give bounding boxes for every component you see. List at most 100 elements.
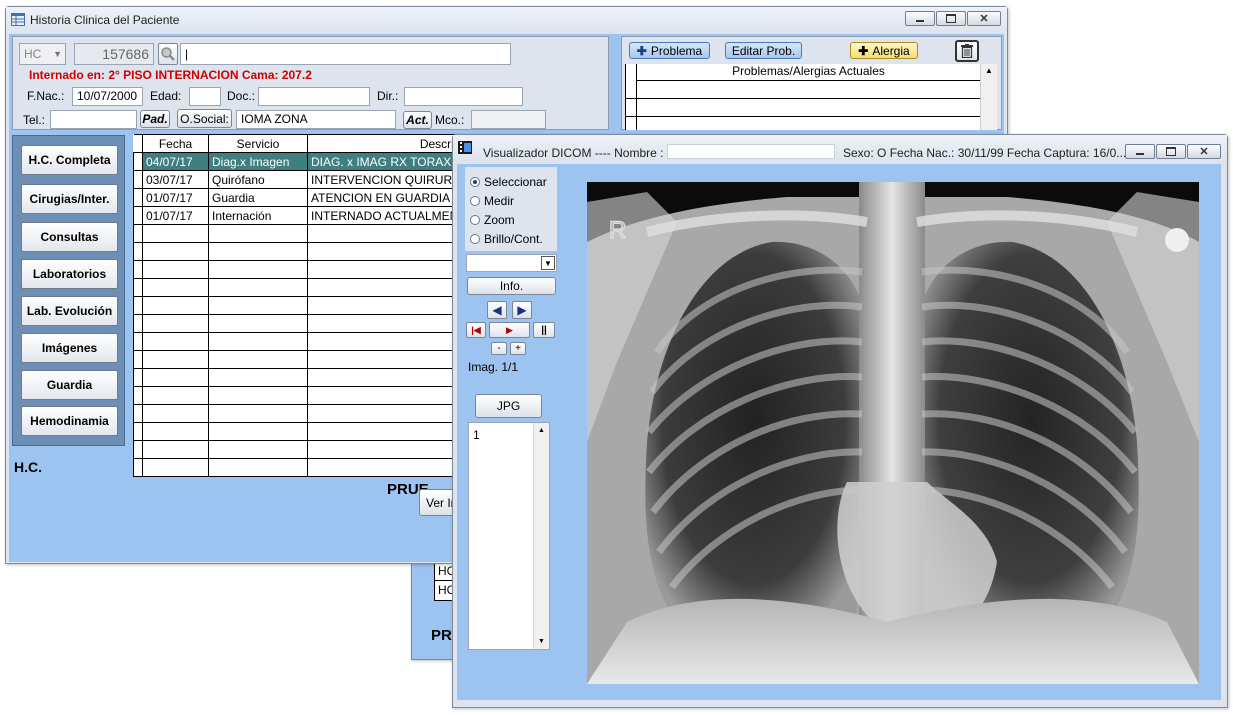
row-descripcion: INTERVENCION QUIRURG	[307, 170, 464, 189]
doc-field[interactable]	[258, 87, 370, 106]
table-row[interactable]	[133, 422, 464, 441]
act-button[interactable]: Act.	[403, 111, 432, 129]
dir-field[interactable]	[404, 87, 523, 106]
table-row[interactable]: 04/07/17 Diag.x Imagen DIAG. x IMAG RX T…	[133, 152, 464, 171]
tool-brillo-contraste[interactable]: Brillo/Cont.	[470, 232, 543, 246]
problems-scrollbar[interactable]: ▲	[980, 64, 997, 130]
row-indicator	[133, 170, 143, 189]
next-image-button[interactable]: ▶	[512, 301, 532, 319]
nav-laboratorios-button[interactable]: Laboratorios	[21, 259, 118, 289]
problems-row[interactable]	[626, 116, 981, 117]
list-item[interactable]: 1	[473, 428, 480, 442]
dicom-title-suffix: Sexo: O Fecha Nac.: 30/11/99 Fecha Captu…	[843, 146, 1127, 160]
doc-label: Doc.:	[227, 89, 256, 103]
problems-row[interactable]	[626, 98, 981, 99]
add-problema-button[interactable]: ✚ Problema	[629, 42, 710, 59]
mco-field[interactable]	[471, 110, 546, 129]
table-row[interactable]	[133, 260, 464, 279]
nav-hc-completa-button[interactable]: H.C. Completa	[21, 145, 118, 175]
nav-cirugias-button[interactable]: Cirugias/Inter.	[21, 184, 118, 214]
table-row[interactable]: 03/07/17 Quirófano INTERVENCION QUIRURG	[133, 170, 464, 189]
table-row[interactable]: 01/07/17 Guardia ATENCION EN GUARDIA P	[133, 188, 464, 207]
minimize-button[interactable]	[905, 11, 935, 26]
problems-header: Problemas/Alergias Actuales	[636, 64, 981, 81]
nav-hemodinamia-button[interactable]: Hemodinamia	[21, 406, 118, 436]
play-button[interactable]: ▶	[489, 322, 530, 338]
nav-imagenes-button[interactable]: Imágenes	[21, 333, 118, 363]
search-patient-button[interactable]	[158, 43, 178, 65]
editar-problema-button[interactable]: Editar Prob.	[725, 42, 802, 59]
id-type-value: HC	[24, 47, 42, 61]
delete-problem-button[interactable]	[955, 40, 979, 62]
tool-brillo-label: Brillo/Cont.	[484, 232, 543, 246]
table-row[interactable]	[133, 278, 464, 297]
hc-titlebar[interactable]: Historia Clinica del Paciente ✕	[6, 7, 1007, 33]
servicio-header[interactable]: Servicio	[208, 134, 308, 153]
tool-medir[interactable]: Medir	[470, 194, 514, 208]
dicom-title-prefix: Visualizador DICOM ---- Nombre :	[483, 146, 664, 160]
hc-section-label: H.C.	[14, 459, 42, 475]
pad-button[interactable]: Pad.	[140, 110, 170, 128]
add-alergia-button[interactable]: ✚ Alergia	[850, 42, 918, 59]
dicom-titlebar[interactable]: Visualizador DICOM ---- Nombre : Sexo: O…	[453, 135, 1227, 161]
row-servicio: Internación	[208, 206, 308, 225]
fecha-header[interactable]: Fecha	[142, 134, 209, 153]
patient-name-field[interactable]: |	[180, 43, 511, 65]
first-frame-button[interactable]: |◀	[466, 322, 486, 338]
dicom-minimize-button[interactable]	[1125, 144, 1155, 159]
table-row[interactable]	[133, 350, 464, 369]
tool-radio-group: Seleccionar Medir Zoom Brillo/Cont.	[465, 167, 557, 251]
nav-lab-evolucion-button[interactable]: Lab. Evolución	[21, 296, 118, 326]
dicom-close-button[interactable]: ✕	[1187, 144, 1221, 159]
tool-seleccionar[interactable]: Seleccionar	[470, 175, 547, 189]
table-row[interactable]: 01/07/17 Internación INTERNADO ACTUALMEN	[133, 206, 464, 225]
table-row[interactable]	[133, 404, 464, 423]
close-button[interactable]: ✕	[967, 11, 1001, 26]
table-row[interactable]	[133, 296, 464, 315]
table-row[interactable]	[133, 332, 464, 351]
dir-label: Dir.:	[377, 89, 399, 103]
prev-image-button[interactable]: ◀	[487, 301, 507, 319]
tel-field[interactable]	[50, 110, 137, 129]
table-row[interactable]	[133, 224, 464, 243]
hc-number-field[interactable]: 157686	[74, 43, 154, 65]
speed-decrease-button[interactable]: -	[491, 342, 507, 355]
mco-label: Mco.:	[435, 113, 465, 127]
export-jpg-button[interactable]: JPG	[475, 394, 542, 418]
scroll-up-icon: ▲	[538, 427, 545, 434]
obra-social-button[interactable]: O.Social:	[177, 109, 232, 128]
series-dropdown[interactable]: ▼	[466, 254, 557, 272]
dicom-maximize-button[interactable]	[1156, 144, 1186, 159]
edad-label: Edad:	[150, 89, 182, 103]
close-icon: ✕	[979, 13, 989, 25]
tool-zoom[interactable]: Zoom	[470, 213, 515, 227]
descripcion-header[interactable]: Descrip	[307, 134, 464, 153]
row-fecha: 01/07/17	[142, 188, 209, 207]
nav-guardia-button[interactable]: Guardia	[21, 370, 118, 400]
maximize-button[interactable]	[936, 11, 966, 26]
id-type-select[interactable]: HC ▼	[19, 43, 66, 65]
table-row[interactable]	[133, 368, 464, 387]
maximize-icon	[946, 14, 956, 23]
table-row[interactable]	[133, 458, 464, 477]
maximize-icon	[1166, 147, 1176, 156]
tool-zoom-label: Zoom	[484, 213, 515, 227]
image-list[interactable]: 1 ▲ ▼	[468, 422, 550, 650]
pause-button[interactable]: ||	[533, 322, 555, 338]
row-servicio: Diag.x Imagen	[208, 152, 308, 171]
dicom-image-viewport[interactable]: R	[587, 182, 1199, 684]
info-button[interactable]: Info.	[467, 277, 556, 295]
nav-consultas-button[interactable]: Consultas	[21, 222, 118, 252]
table-row[interactable]	[133, 242, 464, 261]
image-list-scrollbar[interactable]: ▲ ▼	[533, 423, 549, 649]
speed-increase-button[interactable]: +	[510, 342, 526, 355]
obra-social-field[interactable]: IOMA ZONA	[236, 110, 396, 129]
fnac-field[interactable]: 10/07/2000	[72, 87, 143, 106]
table-row[interactable]	[133, 314, 464, 333]
table-row[interactable]	[133, 386, 464, 405]
table-row[interactable]	[133, 440, 464, 459]
chest-xray-image: R	[587, 182, 1199, 684]
radio-icon	[470, 196, 480, 206]
records-header-row: Fecha Servicio Descrip	[133, 134, 464, 153]
edad-field[interactable]	[189, 87, 221, 106]
